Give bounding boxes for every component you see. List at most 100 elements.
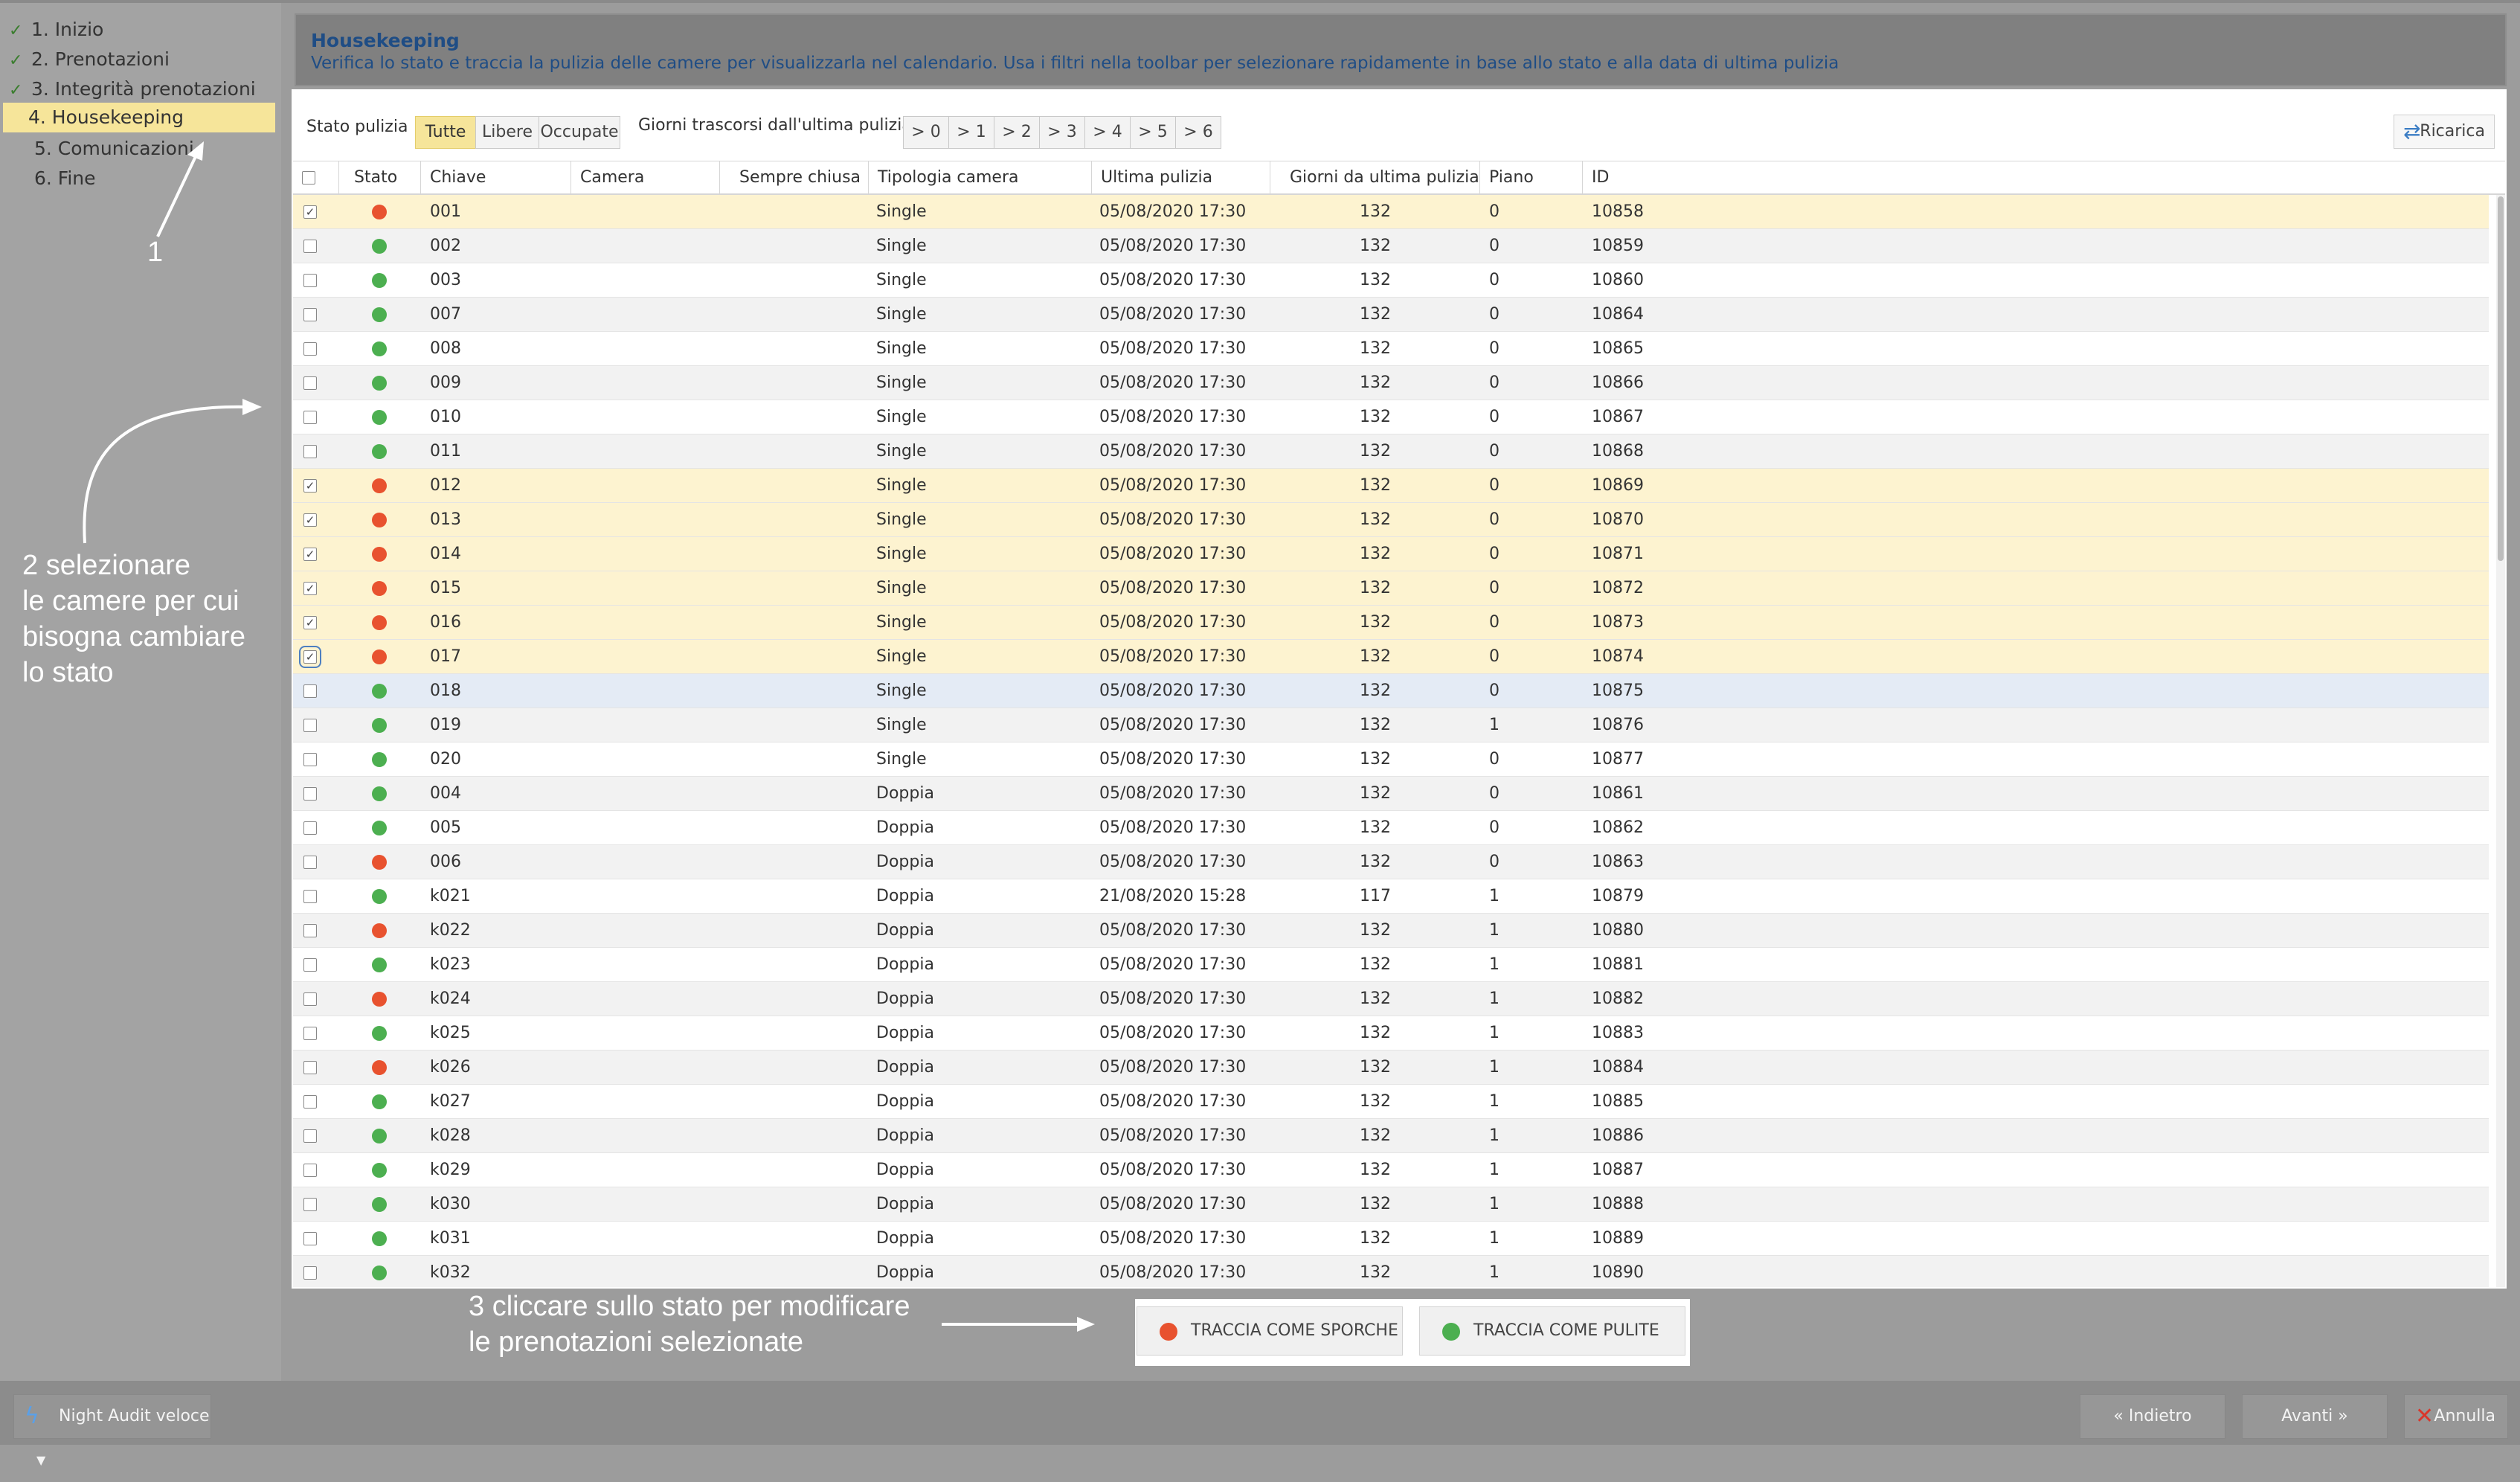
row-checkbox[interactable] bbox=[303, 240, 317, 253]
back-button[interactable]: « Indietro bbox=[2080, 1394, 2225, 1439]
cell-id: 10890 bbox=[1592, 1263, 1644, 1282]
table-row[interactable]: 020 Single 05/08/2020 17:30 132 0 10877 bbox=[293, 742, 2489, 777]
row-checkbox[interactable] bbox=[303, 787, 317, 801]
filter-tutte[interactable]: Tutte bbox=[415, 116, 476, 149]
col-stato[interactable]: Stato bbox=[339, 161, 421, 194]
table-row[interactable]: 004 Doppia 05/08/2020 17:30 132 0 10861 bbox=[293, 777, 2489, 811]
table-row[interactable]: 003 Single 05/08/2020 17:30 132 0 10860 bbox=[293, 263, 2489, 298]
table-row[interactable]: k028 Doppia 05/08/2020 17:30 132 1 10886 bbox=[293, 1119, 2489, 1153]
row-checkbox[interactable]: ✓ bbox=[303, 582, 317, 595]
row-checkbox[interactable]: ✓ bbox=[303, 479, 317, 493]
table-row[interactable]: 018 Single 05/08/2020 17:30 132 0 10875 bbox=[293, 674, 2489, 708]
next-button[interactable]: Avanti » bbox=[2242, 1394, 2388, 1439]
table-row[interactable]: 010 Single 05/08/2020 17:30 132 0 10867 bbox=[293, 400, 2489, 434]
table-row[interactable]: 009 Single 05/08/2020 17:30 132 0 10866 bbox=[293, 366, 2489, 400]
table-row[interactable]: k021 Doppia 21/08/2020 15:28 117 1 10879 bbox=[293, 879, 2489, 914]
row-checkbox[interactable] bbox=[303, 753, 317, 766]
step-housekeeping[interactable]: 4. Housekeeping bbox=[3, 103, 275, 132]
col-piano[interactable]: Piano bbox=[1480, 161, 1583, 194]
step-inizio[interactable]: ✓ 1. Inizio bbox=[9, 15, 278, 45]
table-row[interactable]: k029 Doppia 05/08/2020 17:30 132 1 10887 bbox=[293, 1153, 2489, 1187]
row-checkbox[interactable] bbox=[303, 821, 317, 835]
row-checkbox[interactable] bbox=[303, 856, 317, 869]
table-row[interactable]: k026 Doppia 05/08/2020 17:30 132 1 10884 bbox=[293, 1050, 2489, 1085]
row-checkbox[interactable] bbox=[303, 1232, 317, 1245]
table-row[interactable]: k032 Doppia 05/08/2020 17:30 132 1 10890 bbox=[293, 1256, 2489, 1287]
cancel-button[interactable]: ✕ Annulla bbox=[2404, 1394, 2508, 1439]
table-row[interactable]: 006 Doppia 05/08/2020 17:30 132 0 10863 bbox=[293, 845, 2489, 879]
table-row[interactable]: k031 Doppia 05/08/2020 17:30 132 1 10889 bbox=[293, 1222, 2489, 1256]
table-row[interactable]: ✓ 014 Single 05/08/2020 17:30 132 0 10871 bbox=[293, 537, 2489, 571]
row-checkbox[interactable]: ✓ bbox=[303, 205, 317, 219]
days-filter-5[interactable]: > 5 bbox=[1130, 116, 1176, 149]
row-checkbox[interactable] bbox=[303, 342, 317, 356]
table-row[interactable]: ✓ 013 Single 05/08/2020 17:30 132 0 10870 bbox=[293, 503, 2489, 537]
days-filter-1[interactable]: > 1 bbox=[948, 116, 994, 149]
table-row[interactable]: k025 Doppia 05/08/2020 17:30 132 1 10883 bbox=[293, 1016, 2489, 1050]
table-row[interactable]: k023 Doppia 05/08/2020 17:30 132 1 10881 bbox=[293, 948, 2489, 982]
table-scrollbar[interactable] bbox=[2496, 195, 2505, 1287]
row-checkbox[interactable] bbox=[303, 1164, 317, 1177]
mark-clean-button[interactable]: TRACCIA COME PULITE bbox=[1419, 1306, 1685, 1356]
row-checkbox[interactable]: ✓ bbox=[303, 513, 317, 527]
table-row[interactable]: 007 Single 05/08/2020 17:30 132 0 10864 bbox=[293, 298, 2489, 332]
col-ultima-pulizia[interactable]: Ultima pulizia bbox=[1092, 161, 1270, 194]
row-checkbox[interactable] bbox=[303, 1027, 317, 1040]
days-filter-2[interactable]: > 2 bbox=[994, 116, 1040, 149]
step-integrita[interactable]: ✓ 3. Integrità prenotazioni bbox=[9, 74, 278, 104]
row-checkbox[interactable] bbox=[303, 1061, 317, 1074]
table-row[interactable]: 005 Doppia 05/08/2020 17:30 132 0 10862 bbox=[293, 811, 2489, 845]
row-checkbox[interactable] bbox=[303, 376, 317, 390]
row-checkbox[interactable] bbox=[303, 890, 317, 903]
scrollbar-thumb[interactable] bbox=[2498, 196, 2504, 561]
row-checkbox[interactable]: ✓ bbox=[299, 646, 321, 668]
row-checkbox[interactable] bbox=[303, 308, 317, 321]
row-checkbox[interactable]: ✓ bbox=[303, 548, 317, 561]
table-row[interactable]: 002 Single 05/08/2020 17:30 132 0 10859 bbox=[293, 229, 2489, 263]
days-filter-0[interactable]: > 0 bbox=[903, 116, 949, 149]
filter-libere[interactable]: Libere bbox=[475, 116, 539, 149]
row-checkbox[interactable] bbox=[303, 992, 317, 1006]
row-checkbox[interactable] bbox=[303, 445, 317, 458]
table-row[interactable]: k030 Doppia 05/08/2020 17:30 132 1 10888 bbox=[293, 1187, 2489, 1222]
row-checkbox[interactable] bbox=[303, 958, 317, 972]
table-row[interactable]: k027 Doppia 05/08/2020 17:30 132 1 10885 bbox=[293, 1085, 2489, 1119]
col-id[interactable]: ID bbox=[1583, 161, 2505, 194]
reload-button[interactable]: ⇄ Ricarica bbox=[2394, 115, 2495, 149]
night-audit-dropdown[interactable]: ϟ Night Audit veloce ▼ bbox=[13, 1394, 211, 1467]
select-all-checkbox[interactable] bbox=[302, 171, 315, 185]
row-checkbox[interactable] bbox=[303, 719, 317, 732]
row-checkbox[interactable] bbox=[303, 274, 317, 287]
col-sempre-chiusa[interactable]: Sempre chiusa bbox=[720, 161, 869, 194]
row-checkbox[interactable] bbox=[303, 1095, 317, 1109]
table-row[interactable]: k022 Doppia 05/08/2020 17:30 132 1 10880 bbox=[293, 914, 2489, 948]
days-filter-3[interactable]: > 3 bbox=[1039, 116, 1085, 149]
days-filter-4[interactable]: > 4 bbox=[1084, 116, 1131, 149]
col-tipologia[interactable]: Tipologia camera bbox=[869, 161, 1092, 194]
row-checkbox[interactable] bbox=[303, 411, 317, 424]
table-row[interactable]: ✓ 012 Single 05/08/2020 17:30 132 0 10869 bbox=[293, 469, 2489, 503]
table-row[interactable]: ✓ 015 Single 05/08/2020 17:30 132 0 10872 bbox=[293, 571, 2489, 606]
col-camera-occupata[interactable]: Camera occupata bbox=[571, 161, 720, 219]
step-prenotazioni[interactable]: ✓ 2. Prenotazioni bbox=[9, 45, 278, 74]
filter-occupate[interactable]: Occupate bbox=[539, 116, 620, 149]
table-row[interactable]: ✓ 001 Single 05/08/2020 17:30 132 0 10858 bbox=[293, 195, 2489, 229]
row-checkbox[interactable] bbox=[303, 684, 317, 698]
cell-last: 05/08/2020 17:30 bbox=[1099, 1024, 1247, 1042]
cell-days: 132 bbox=[1360, 373, 1391, 392]
mark-dirty-button[interactable]: TRACCIA COME SPORCHE bbox=[1137, 1306, 1403, 1356]
row-checkbox[interactable] bbox=[303, 924, 317, 937]
row-checkbox[interactable] bbox=[303, 1266, 317, 1280]
table-row[interactable]: ✓ 017 Single 05/08/2020 17:30 132 0 10874 bbox=[293, 640, 2489, 674]
col-chiave[interactable]: Chiave bbox=[421, 161, 571, 194]
table-row[interactable]: 019 Single 05/08/2020 17:30 132 1 10876 bbox=[293, 708, 2489, 742]
table-row[interactable]: k024 Doppia 05/08/2020 17:30 132 1 10882 bbox=[293, 982, 2489, 1016]
table-row[interactable]: 011 Single 05/08/2020 17:30 132 0 10868 bbox=[293, 434, 2489, 469]
row-checkbox[interactable] bbox=[303, 1198, 317, 1211]
days-filter-6[interactable]: > 6 bbox=[1175, 116, 1221, 149]
table-row[interactable]: ✓ 016 Single 05/08/2020 17:30 132 0 10873 bbox=[293, 606, 2489, 640]
row-checkbox[interactable]: ✓ bbox=[303, 616, 317, 629]
col-giorni[interactable]: Giorni da ultima pulizia bbox=[1270, 161, 1480, 194]
row-checkbox[interactable] bbox=[303, 1129, 317, 1143]
table-row[interactable]: 008 Single 05/08/2020 17:30 132 0 10865 bbox=[293, 332, 2489, 366]
